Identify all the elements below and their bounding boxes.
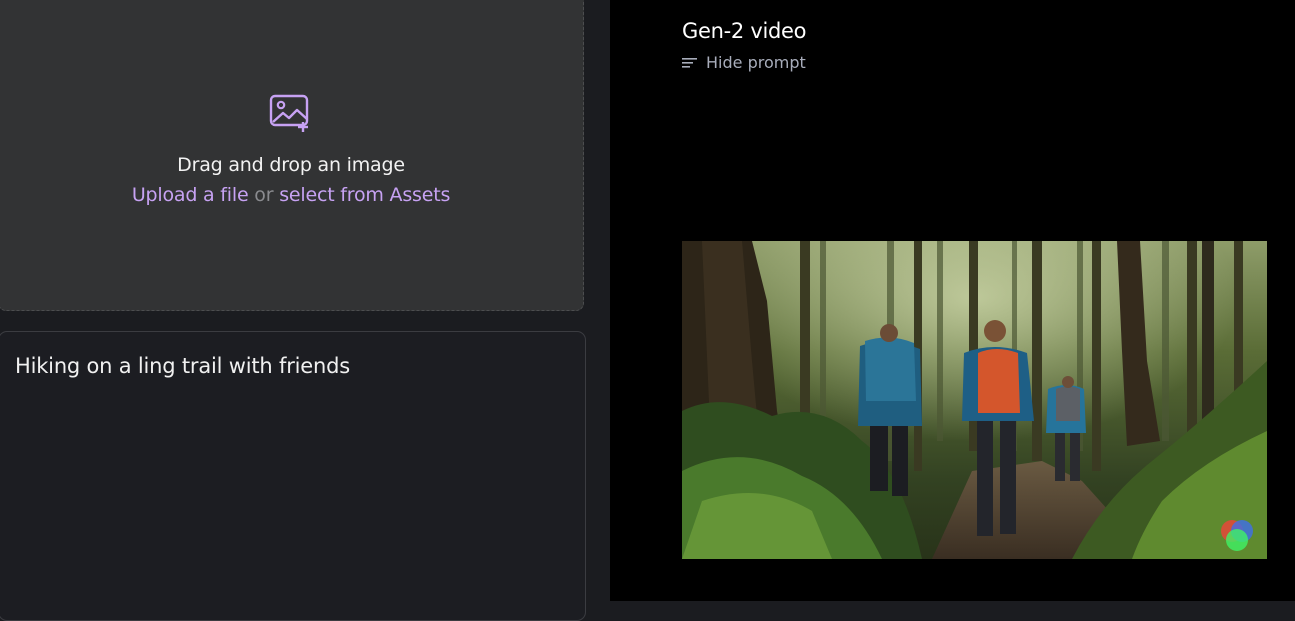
result-title: Gen-2 video <box>682 19 807 43</box>
hide-prompt-button[interactable]: Hide prompt <box>682 53 806 72</box>
select-assets-link[interactable]: select from Assets <box>279 184 450 206</box>
dropzone-title: Drag and drop an image <box>177 154 405 176</box>
or-separator: or <box>254 184 274 206</box>
hiking-forest-image <box>682 241 1267 559</box>
upload-file-link[interactable]: Upload a file <box>132 184 249 206</box>
image-add-icon <box>269 94 309 132</box>
hide-prompt-label: Hide prompt <box>706 53 806 72</box>
left-panel: Drag and drop an image Upload a file or … <box>0 0 610 621</box>
prompt-input[interactable]: Hiking on a ling trail with friends <box>0 331 586 621</box>
image-dropzone[interactable]: Drag and drop an image Upload a file or … <box>0 0 584 311</box>
prompt-text[interactable]: Hiking on a ling trail with friends <box>15 354 350 378</box>
result-panel: Gen-2 video Hide prompt <box>610 0 1295 601</box>
dropzone-links: Upload a file or select from Assets <box>0 184 583 206</box>
lines-icon <box>682 57 697 68</box>
video-preview[interactable] <box>682 241 1267 559</box>
